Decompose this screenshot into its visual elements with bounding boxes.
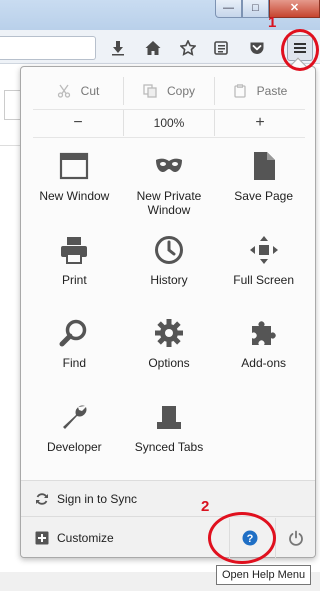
download-icon[interactable]	[107, 37, 129, 59]
menu-item-history[interactable]: History	[122, 231, 217, 315]
home-icon[interactable]	[142, 37, 164, 59]
menu-item-label: Options	[148, 356, 190, 370]
wrench-icon	[63, 405, 87, 429]
clock-icon	[154, 235, 183, 264]
close-window-button[interactable]: ✕	[269, 0, 320, 18]
zoom-controls: − 100% +	[33, 110, 305, 136]
menu-item-add-ons[interactable]: Add-ons	[216, 314, 311, 398]
sync-label: Sign in to Sync	[57, 491, 138, 506]
menu-item-options[interactable]: Options	[122, 314, 217, 398]
zoom-out-label: −	[73, 114, 83, 131]
quit-button[interactable]	[275, 518, 315, 558]
zoom-reset-button[interactable]: 100%	[124, 110, 215, 136]
menu-item-label: New Private Window	[136, 189, 202, 217]
pocket-icon[interactable]	[246, 37, 268, 59]
zoom-out-button[interactable]: −	[33, 110, 124, 136]
annotation-number-1: 1	[268, 14, 277, 31]
menu-item-synced-tabs[interactable]: Synced Tabs	[122, 398, 217, 482]
cut-button[interactable]: Cut	[33, 77, 124, 105]
copy-icon	[143, 84, 157, 98]
menu-item-label: Synced Tabs	[134, 439, 204, 454]
gear-icon	[154, 319, 183, 347]
puzzle-piece-icon	[251, 321, 276, 345]
cut-label: Cut	[80, 84, 100, 98]
zoom-in-button[interactable]: +	[215, 110, 305, 136]
clipboard-icon	[234, 84, 246, 98]
menu-item-label: Full Screen	[233, 272, 294, 287]
menu-item-label: Add-ons	[241, 356, 286, 370]
help-tooltip: Open Help Menu	[216, 565, 312, 585]
menu-item-full-screen[interactable]: Full Screen	[216, 231, 311, 315]
menu-item-developer[interactable]: Developer	[27, 398, 122, 482]
annotation-circle-help	[208, 512, 276, 564]
edit-controls: Cut Copy Paste	[33, 77, 305, 105]
scissors-icon	[57, 84, 70, 98]
magnifier-icon	[59, 319, 87, 347]
menu-item-label: Find	[62, 356, 86, 370]
divider	[33, 137, 305, 138]
menu-item-save-page[interactable]: Save Page	[216, 147, 311, 231]
navigation-toolbar	[0, 30, 320, 64]
paste-label: Paste	[256, 84, 288, 98]
zoom-level: 100%	[153, 116, 185, 130]
page-divider	[0, 145, 20, 146]
minimize-button[interactable]: —	[215, 0, 242, 18]
menu-item-label: Print	[61, 272, 87, 287]
full-screen-icon	[249, 235, 278, 264]
copy-button[interactable]: Copy	[124, 77, 215, 105]
annotation-circle-menu	[281, 29, 319, 71]
sync-icon	[36, 492, 48, 505]
zoom-in-label: +	[255, 114, 265, 131]
menu-items-grid: New Window New Private Window Save Page …	[27, 147, 311, 481]
printer-icon	[61, 236, 88, 264]
new-window-icon	[60, 152, 89, 180]
maximize-button[interactable]: □	[242, 0, 269, 18]
menu-item-new-private-window[interactable]: New Private Window	[122, 147, 217, 231]
paste-button[interactable]: Paste	[215, 77, 305, 105]
url-bar[interactable]	[0, 36, 96, 60]
menu-item-new-window[interactable]: New Window	[27, 147, 122, 231]
private-mask-icon	[155, 158, 182, 172]
menu-item-label: History	[150, 272, 188, 287]
power-icon	[288, 530, 303, 546]
synced-tabs-icon	[156, 405, 181, 429]
menu-item-label: New Window	[39, 189, 110, 203]
plus-box-icon	[35, 531, 49, 545]
reading-list-icon[interactable]	[210, 37, 232, 59]
sign-in-to-sync-button[interactable]: Sign in to Sync	[21, 481, 315, 517]
menu-item-label: Save Page	[234, 189, 294, 203]
bookmark-star-icon[interactable]	[177, 37, 199, 59]
main-menu-panel: Cut Copy Paste − 100% + New Window New P	[20, 66, 316, 558]
page-input-fragment	[4, 90, 20, 120]
save-page-icon	[253, 152, 275, 180]
menu-item-find[interactable]: Find	[27, 314, 122, 398]
menu-item-label: Developer	[46, 439, 102, 454]
copy-label: Copy	[166, 84, 195, 98]
annotation-number-2: 2	[201, 498, 210, 515]
menu-item-print[interactable]: Print	[27, 231, 122, 315]
customize-label: Customize	[57, 531, 114, 545]
